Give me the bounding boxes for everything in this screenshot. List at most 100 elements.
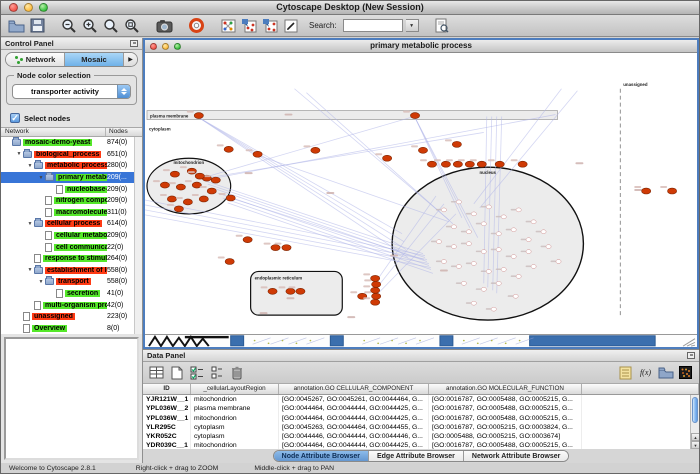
close-window-button[interactable] — [9, 3, 18, 12]
scroll-up-button[interactable]: ▲ — [691, 433, 699, 441]
nucleus-node[interactable] — [501, 215, 506, 219]
nucleus-node[interactable] — [541, 230, 546, 234]
gene-node[interactable] — [371, 287, 380, 293]
tab-edge-attribute-browser[interactable]: Edge Attribute Browser — [369, 451, 464, 461]
zoom-view-button[interactable] — [174, 43, 181, 50]
gene-node[interactable] — [170, 171, 179, 177]
gene-node[interactable] — [211, 177, 220, 183]
table-row[interactable]: YDR039C__1mitochondrion[GO:0044464, GO:0… — [143, 441, 699, 449]
gene-node[interactable] — [183, 199, 192, 205]
gene-node[interactable] — [311, 147, 320, 153]
nucleus-node[interactable] — [546, 245, 551, 249]
tree-row[interactable]: macromolecule311(0) — [1, 207, 142, 219]
birdseye-view[interactable] — [4, 337, 139, 460]
nucleus-node[interactable] — [526, 250, 531, 254]
column-header[interactable]: _cellularLayoutRegion — [191, 384, 279, 394]
nucleus-node[interactable] — [441, 260, 446, 264]
new-attribute-icon[interactable] — [168, 364, 185, 381]
zoom-window-button[interactable] — [39, 3, 48, 12]
tree-row[interactable]: multi-organism pro42(0) — [1, 299, 142, 311]
tree-row[interactable]: Overview8(0) — [1, 323, 142, 335]
gene-node[interactable] — [418, 147, 427, 153]
unselect-attributes-icon[interactable] — [208, 364, 225, 381]
tab-network[interactable]: Network — [6, 53, 65, 66]
tree-row[interactable]: ▼biological_process651(0) — [1, 149, 142, 161]
window-titlebar-fragment[interactable] — [530, 336, 656, 346]
nucleus-node[interactable] — [511, 255, 516, 259]
zoom-selected-button[interactable] — [123, 17, 141, 35]
gene-node[interactable] — [427, 161, 436, 167]
network-import-1-icon[interactable] — [240, 17, 258, 35]
nucleus-node[interactable] — [451, 225, 456, 229]
minimized-windows-strip[interactable] — [145, 334, 697, 347]
tab-node-attribute-browser[interactable]: Node Attribute Browser — [274, 451, 369, 461]
search-dropdown-arrow[interactable]: ▼ — [406, 19, 419, 32]
tree-row[interactable]: response to stimulu264(0) — [1, 253, 142, 265]
annotation-icon[interactable] — [282, 17, 300, 35]
tree-row[interactable]: ▼transport558(0) — [1, 276, 142, 288]
delete-attribute-trash-icon[interactable] — [228, 364, 245, 381]
gene-node[interactable] — [372, 293, 381, 299]
nucleus-node[interactable] — [466, 230, 471, 234]
gene-node[interactable] — [271, 245, 280, 251]
table-row[interactable]: YPL036W__1mitochondrion[GO:0044464, GO:0… — [143, 414, 699, 423]
save-session-button[interactable] — [28, 17, 46, 35]
node-color-dropdown[interactable]: transporter activity — [12, 84, 131, 99]
search-document-icon[interactable] — [433, 17, 451, 35]
tab-overflow-arrow[interactable]: ▶ — [124, 53, 137, 66]
nucleus-node[interactable] — [516, 208, 521, 212]
nucleus-node[interactable] — [471, 262, 476, 266]
tree-row[interactable]: ▼primary metabo209(... — [1, 172, 142, 184]
tree-row[interactable]: ▼establishment of lo558(0) — [1, 265, 142, 277]
nucleus-node[interactable] — [471, 212, 476, 216]
nucleus-node[interactable] — [526, 238, 531, 242]
expand-arrow-icon[interactable]: ▼ — [26, 221, 34, 227]
gene-node[interactable] — [268, 288, 277, 294]
window-titlebar-fragment[interactable] — [440, 336, 453, 346]
nucleus-node[interactable] — [531, 220, 536, 224]
gene-node[interactable] — [518, 161, 527, 167]
gene-node[interactable] — [176, 184, 185, 190]
tree-row[interactable]: ▼metabolic process280(0) — [1, 160, 142, 172]
gene-node[interactable] — [224, 146, 233, 152]
tree-scrollbar[interactable] — [134, 137, 142, 334]
nucleus-node[interactable] — [496, 248, 501, 252]
nucleus-node[interactable] — [456, 264, 461, 268]
gene-node[interactable] — [371, 275, 380, 281]
minimize-window-button[interactable] — [24, 3, 33, 12]
nucleus-node[interactable] — [501, 267, 506, 271]
gene-node[interactable] — [453, 161, 462, 167]
gene-node[interactable] — [495, 161, 504, 167]
expand-arrow-icon[interactable]: ▼ — [15, 151, 23, 157]
gene-node[interactable] — [465, 161, 474, 167]
nucleus-node[interactable] — [496, 232, 501, 236]
tree-row[interactable]: mosaic-demo-yeast874(0) — [1, 137, 142, 149]
column-header[interactable] — [582, 384, 699, 394]
float-data-panel-icon[interactable] — [687, 352, 695, 359]
attribute-editor-icon[interactable] — [617, 364, 634, 381]
gene-node[interactable] — [207, 188, 216, 194]
float-panel-icon[interactable] — [130, 40, 138, 47]
gene-node[interactable] — [441, 161, 450, 167]
table-row[interactable]: YPL036W__2plasma membrane[GO:0044464, GO… — [143, 404, 699, 413]
tree-row[interactable]: ▼cellular process614(0) — [1, 218, 142, 230]
gene-node[interactable] — [243, 237, 252, 243]
nucleus-node[interactable] — [471, 301, 476, 305]
table-scrollbar[interactable]: ▲ ▼ — [690, 395, 699, 449]
nucleus-node[interactable] — [511, 228, 516, 232]
nucleus-node[interactable] — [556, 260, 561, 264]
snapshot-button[interactable] — [155, 17, 173, 35]
gene-node[interactable] — [668, 188, 677, 194]
nucleus-node[interactable] — [531, 264, 536, 268]
nucleus-node[interactable] — [451, 245, 456, 249]
tree-row[interactable]: unassigned223(0) — [1, 311, 142, 323]
tree-row[interactable]: nucleobase-209(0) — [1, 183, 142, 195]
gene-node[interactable] — [160, 182, 169, 188]
nucleus-node[interactable] — [436, 240, 441, 244]
nucleus-node[interactable] — [466, 242, 471, 246]
expand-arrow-icon[interactable]: ▼ — [26, 267, 34, 273]
gene-node[interactable] — [253, 151, 262, 157]
nucleus-node[interactable] — [513, 294, 518, 298]
gene-node[interactable] — [199, 196, 208, 202]
nucleus-node[interactable] — [496, 281, 501, 285]
